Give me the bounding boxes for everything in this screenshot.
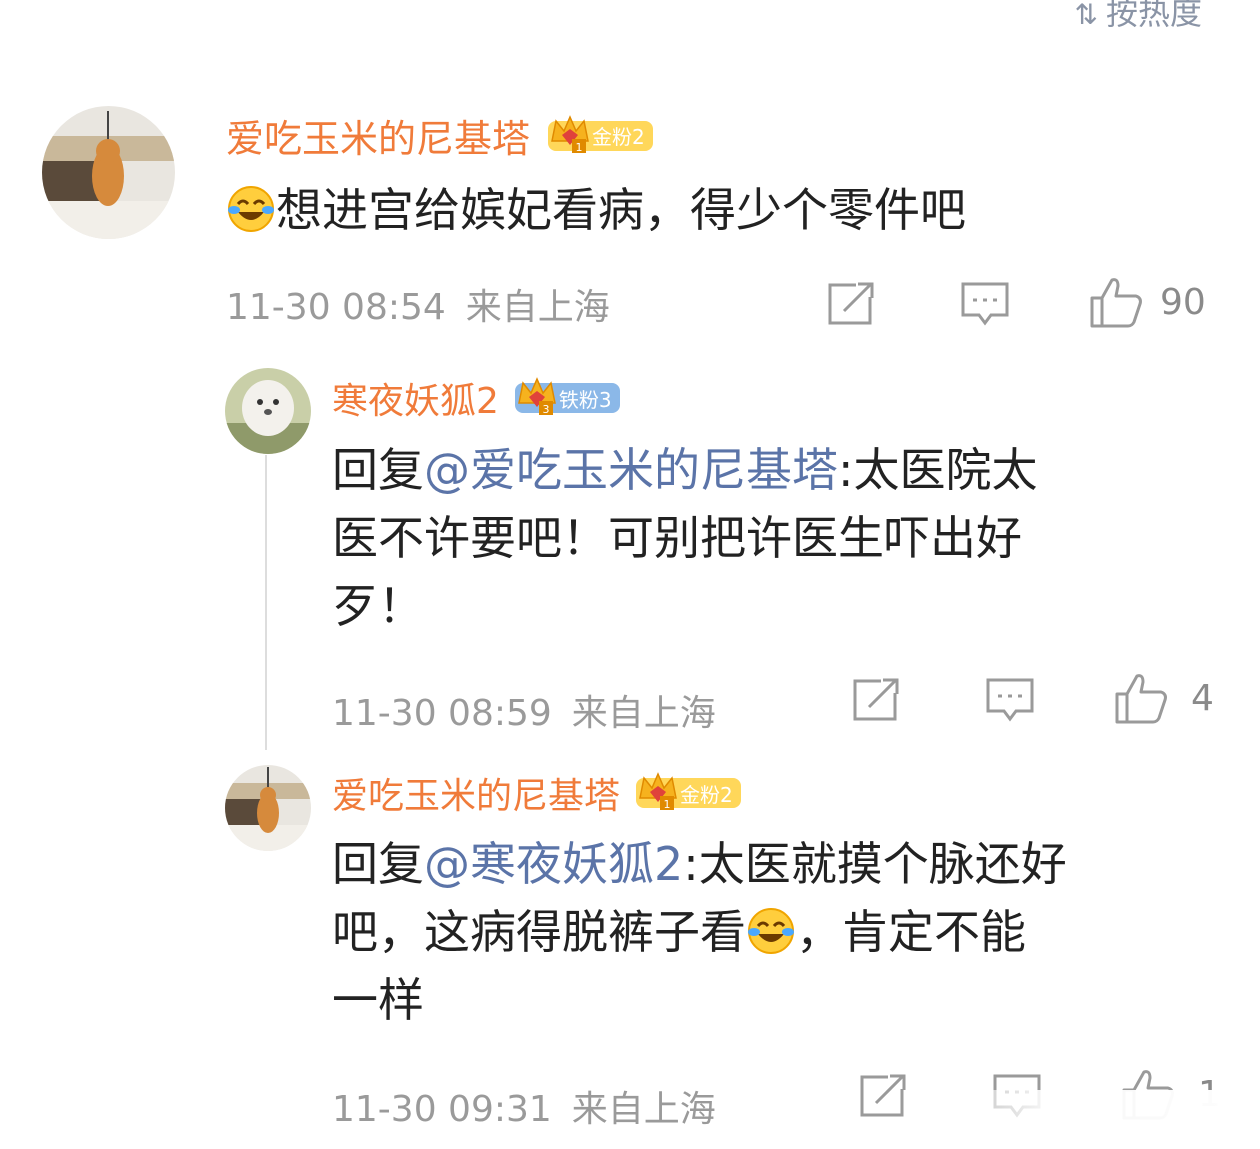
- like-button[interactable]: 90: [1088, 276, 1206, 328]
- comment-meta: 11-30 08:54 来自上海: [226, 278, 610, 330]
- reply-text: 回复@寒夜妖狐2:太医就摸个脉还好 吧，这病得脱裤子看 ，肯定不能 一样: [332, 837, 1067, 1027]
- sort-by-heat-button[interactable]: ⇅ 按热度: [1075, 0, 1202, 34]
- laugh-cry-emoji-icon: [748, 908, 794, 954]
- fan-badge[interactable]: 1 金粉2: [636, 772, 741, 811]
- mention-link[interactable]: @寒夜妖狐2: [424, 837, 683, 891]
- reply-prefix: 回复: [332, 837, 424, 891]
- crown-icon: 3: [517, 377, 556, 416]
- reply-text: 回复@爱吃玉米的尼基塔:太医院太 医不许要吧！可别把许医生吓出好 歹！: [332, 443, 1038, 633]
- badge-label: 金粉2: [592, 125, 645, 149]
- repost-icon[interactable]: [828, 281, 876, 325]
- thread-line: [265, 455, 267, 750]
- svg-text:1: 1: [664, 798, 671, 811]
- username[interactable]: 寒夜妖狐2: [332, 372, 499, 424]
- badge-label: 金粉2: [680, 782, 733, 807]
- fan-badge[interactable]: 3 铁粉3: [514, 377, 620, 416]
- location: 来自上海: [571, 1089, 716, 1130]
- like-button[interactable]: 4: [1113, 672, 1214, 724]
- timestamp: 11-30 08:54: [226, 287, 446, 328]
- like-count: 90: [1160, 281, 1206, 323]
- badge-label: 铁粉3: [558, 387, 612, 412]
- sort-label: 按热度: [1105, 0, 1202, 32]
- watermark-fade: [900, 1090, 1260, 1149]
- fan-badge[interactable]: 1 金粉2: [548, 114, 653, 154]
- timestamp: 11-30 08:59: [332, 693, 552, 734]
- thumbs-up-icon: [1115, 674, 1167, 724]
- svg-text:3: 3: [542, 403, 549, 416]
- reply-prefix: 回复: [332, 443, 424, 497]
- comment-icon[interactable]: [985, 677, 1035, 723]
- laugh-cry-emoji-icon: [228, 186, 274, 232]
- mention-link[interactable]: @爱吃玉米的尼基塔: [424, 443, 838, 497]
- location: 来自上海: [465, 287, 610, 328]
- comment-meta: 11-30 08:59 来自上海: [332, 684, 716, 736]
- username[interactable]: 爱吃玉米的尼基塔: [226, 108, 530, 163]
- repost-icon[interactable]: [853, 677, 901, 721]
- avatar[interactable]: [225, 368, 311, 454]
- like-count: 4: [1191, 677, 1214, 719]
- location: 来自上海: [571, 693, 716, 734]
- username[interactable]: 爱吃玉米的尼基塔: [332, 767, 620, 819]
- sort-icon: ⇅: [1074, 0, 1098, 31]
- comment-meta: 11-30 09:31 来自上海: [332, 1080, 716, 1132]
- comment-icon[interactable]: [960, 281, 1010, 327]
- timestamp: 11-30 09:31: [332, 1089, 552, 1130]
- crown-icon: 1: [639, 772, 677, 811]
- thumbs-up-icon: [1090, 278, 1142, 328]
- svg-text:1: 1: [576, 141, 583, 154]
- comment-text: 想进宫给嫔妃看病，得少个零件吧: [226, 176, 966, 244]
- avatar[interactable]: [225, 765, 311, 851]
- crown-icon: 1: [551, 114, 589, 154]
- avatar[interactable]: [42, 106, 175, 239]
